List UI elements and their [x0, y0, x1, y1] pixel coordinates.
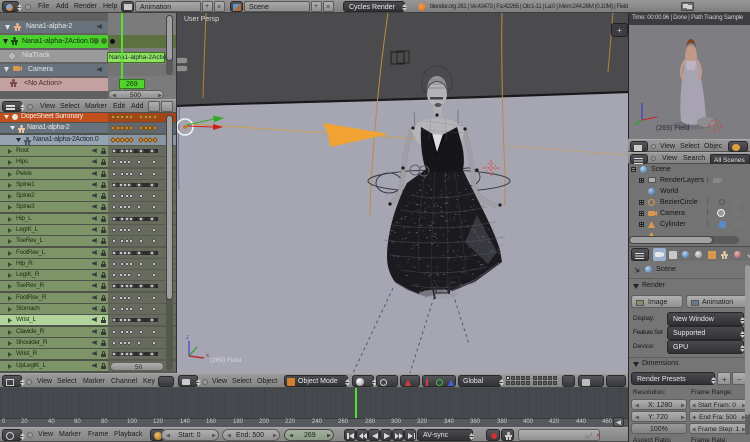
svg-text:z: z — [186, 335, 189, 341]
svg-text:x: x — [206, 353, 209, 359]
